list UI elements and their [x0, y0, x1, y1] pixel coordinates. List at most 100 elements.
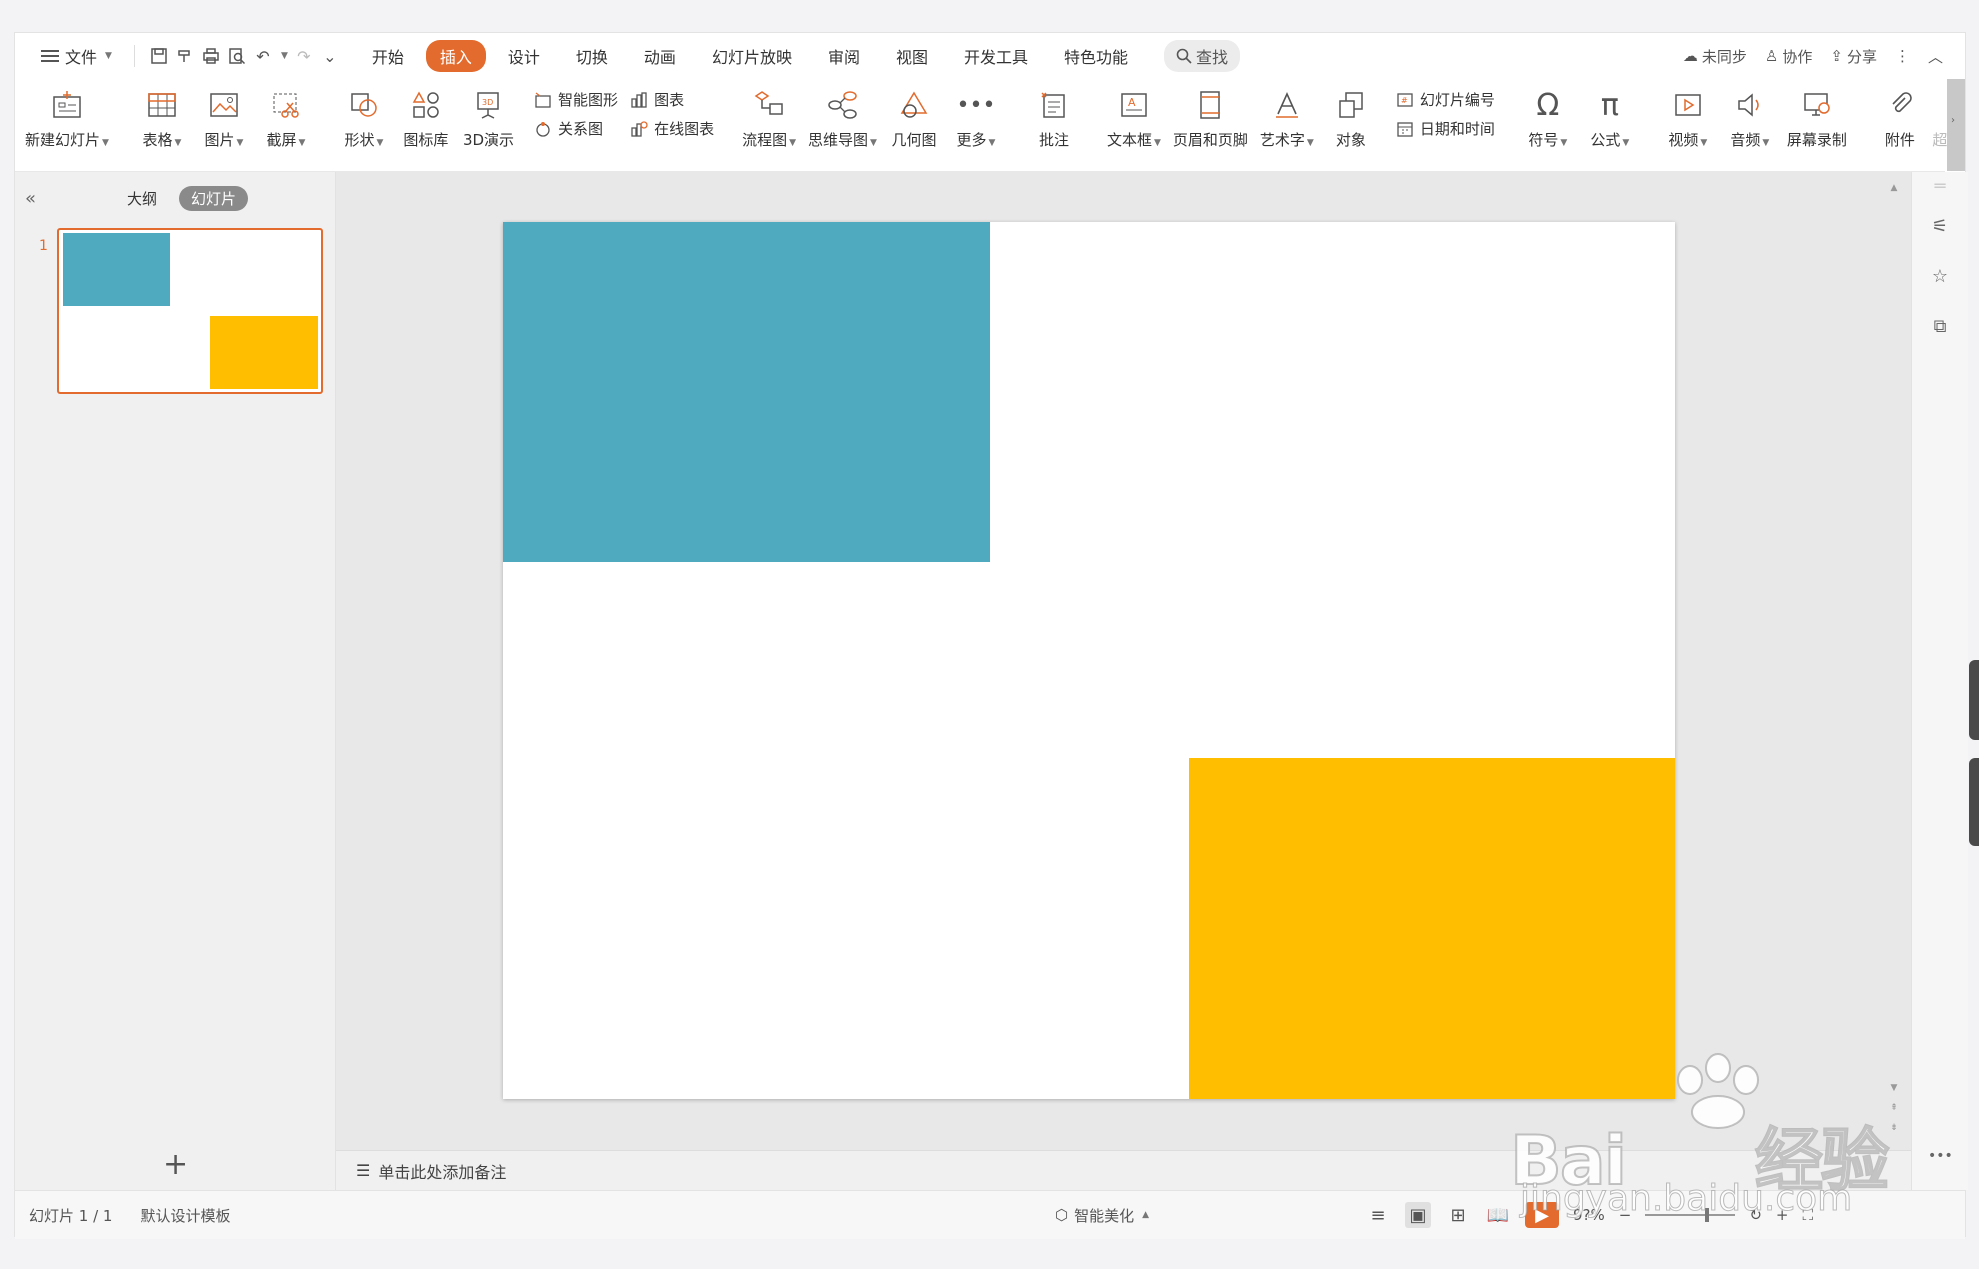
design-template[interactable]: 默认设计模板 — [140, 1205, 230, 1226]
smart-beautify-button[interactable]: ⬡ 智能美化 ▲ — [1055, 1205, 1149, 1226]
audio-button[interactable]: 音频 ▼ — [1719, 79, 1781, 150]
yellow-rectangle-shape[interactable] — [1189, 758, 1675, 1099]
zoom-out-icon[interactable]: − — [1619, 1206, 1632, 1224]
screen-record-button[interactable]: 屏幕录制 — [1781, 79, 1853, 150]
blue-rectangle-shape[interactable] — [503, 222, 990, 562]
scroll-down-icon[interactable]: ▼ — [1889, 1083, 1899, 1093]
new-slide-icon — [49, 87, 85, 123]
tab-outline[interactable]: 大纲 — [115, 186, 169, 211]
thumbnail-blue-rect — [63, 233, 170, 306]
undo-icon[interactable]: ↶ — [253, 46, 273, 66]
tab-insert[interactable]: 插入 — [425, 40, 486, 72]
video-label: 视频 — [1668, 131, 1699, 149]
layout-icon[interactable]: ⧉ — [1928, 316, 1952, 340]
scroll-up-icon[interactable]: ▲ — [1889, 183, 1899, 193]
textbox-button[interactable]: A 文本框 ▼ — [1101, 79, 1167, 150]
collaborate-button[interactable]: ♙ 协作 — [1765, 46, 1812, 67]
table-label: 表格 — [142, 131, 173, 149]
geometry-button[interactable]: 几何图 — [883, 79, 945, 150]
play-slideshow-icon[interactable]: ▶ — [1525, 1202, 1559, 1228]
picture-button[interactable]: 图片 ▼ — [193, 79, 255, 150]
header-footer-button[interactable]: 页眉和页脚 — [1167, 79, 1254, 150]
print-icon[interactable] — [201, 46, 221, 66]
share-button[interactable]: ⇪ 分享 — [1830, 46, 1877, 67]
customize-toolbar-icon[interactable]: ⌄ — [320, 46, 340, 66]
tab-slideshow[interactable]: 幻灯片放映 — [698, 40, 806, 72]
sync-status[interactable]: ☁ 未同步 — [1683, 46, 1747, 67]
icon-library-button[interactable]: 图标库 — [395, 79, 457, 150]
slide-sorter-icon[interactable]: ⊞ — [1445, 1202, 1471, 1228]
more-options-icon[interactable]: ••• — [1928, 1148, 1953, 1172]
formula-button[interactable]: π 公式 ▼ — [1579, 79, 1641, 150]
flowchart-button[interactable]: 流程图 ▼ — [736, 79, 802, 150]
tab-review[interactable]: 审阅 — [814, 40, 874, 72]
prev-slide-icon[interactable]: ⇞ — [1889, 1103, 1899, 1113]
geometry-icon — [896, 87, 932, 123]
next-slide-icon[interactable]: ⇟ — [1889, 1123, 1899, 1133]
3d-demo-button[interactable]: 3D 3D演示 — [457, 79, 520, 150]
tab-developer[interactable]: 开发工具 — [950, 40, 1042, 72]
collapse-ribbon-icon[interactable]: ︿ — [1928, 46, 1943, 67]
wordart-button[interactable]: 艺术字 ▼ — [1254, 79, 1320, 150]
vertical-scrollbar[interactable]: ▲ ▼ ⇞ ⇟ — [1887, 183, 1901, 1143]
undo-dropdown-icon[interactable]: ▼ — [281, 51, 288, 61]
print-preview-icon[interactable] — [227, 46, 247, 66]
tab-special-features[interactable]: 特色功能 — [1050, 40, 1142, 72]
normal-view-icon[interactable]: ▣ — [1405, 1202, 1431, 1228]
edge-tab-2[interactable] — [1969, 758, 1979, 846]
properties-icon[interactable]: ⚟ — [1928, 216, 1952, 240]
new-slide-button[interactable]: 新建幻灯片 ▼ — [19, 79, 115, 150]
tab-view[interactable]: 视图 — [882, 40, 942, 72]
screenshot-button[interactable]: 截屏 ▼ — [255, 79, 317, 150]
redo-icon[interactable]: ↷ — [294, 46, 314, 66]
fit-window-icon[interactable]: ⛶ — [1803, 1206, 1814, 1224]
object-button[interactable]: 对象 — [1320, 79, 1382, 150]
video-button[interactable]: 视频 ▼ — [1657, 79, 1719, 150]
attachment-button[interactable]: 附件 — [1869, 79, 1931, 150]
format-painter-icon[interactable] — [175, 46, 195, 66]
add-slide-icon[interactable]: + — [163, 1147, 188, 1182]
slide-count: 幻灯片 1 / 1 — [29, 1206, 113, 1225]
fit-rotate-icon[interactable]: ↻ — [1749, 1206, 1762, 1224]
slide-number-button[interactable]: # 幻灯片编号 — [1396, 89, 1495, 110]
edge-tab-1[interactable] — [1969, 660, 1979, 740]
table-button[interactable]: 表格 ▼ — [131, 79, 193, 150]
zoom-level[interactable]: 9?% — [1573, 1206, 1605, 1224]
slide-thumbnail[interactable] — [57, 228, 323, 394]
video-icon — [1670, 87, 1706, 123]
file-menu[interactable]: 文件 ▼ — [33, 40, 120, 72]
tab-slides[interactable]: 幻灯片 — [179, 186, 249, 211]
mindmap-icon — [824, 87, 860, 123]
notes-view-icon[interactable]: ≡ — [1365, 1202, 1391, 1228]
shape-button[interactable]: 形状 ▼ — [333, 79, 395, 150]
slide-number-icon: # — [1397, 92, 1413, 107]
online-chart-button[interactable]: 在线图表 — [630, 118, 714, 139]
tab-design[interactable]: 设计 — [494, 40, 554, 72]
ribbon-scroll-right[interactable]: › — [1947, 79, 1965, 171]
search-button[interactable]: 查找 — [1164, 40, 1241, 72]
star-icon[interactable]: ☆ — [1928, 266, 1952, 290]
tab-transitions[interactable]: 切换 — [562, 40, 622, 72]
notes-bar[interactable]: ☰ 单击此处添加备注 — [336, 1150, 1911, 1190]
tab-animations[interactable]: 动画 — [630, 40, 690, 72]
slide-canvas[interactable] — [503, 222, 1675, 1099]
comment-button[interactable]: 批注 — [1023, 79, 1085, 150]
chart-button[interactable]: 图表 — [630, 89, 714, 110]
save-icon[interactable] — [149, 46, 169, 66]
mindmap-button[interactable]: 思维导图 ▼ — [802, 79, 883, 150]
relation-diagram-button[interactable]: 关系图 — [534, 118, 618, 139]
shape-label: 形状 — [344, 131, 375, 149]
symbol-button[interactable]: Ω 符号 ▼ — [1517, 79, 1579, 150]
reading-view-icon[interactable]: 📖 — [1485, 1202, 1511, 1228]
date-time-button[interactable]: 日期和时间 — [1396, 118, 1495, 139]
zoom-slider[interactable] — [1645, 1208, 1736, 1222]
zoom-slider-knob[interactable] — [1705, 1208, 1710, 1222]
mindmap-label: 思维导图 — [808, 131, 869, 149]
symbol-label: 符号 — [1528, 131, 1559, 149]
smart-shape-button[interactable]: 智能图形 — [534, 89, 618, 110]
collapse-panel-icon[interactable]: « — [25, 188, 36, 209]
more-button[interactable]: ••• 更多 ▼ — [945, 79, 1007, 150]
more-menu-icon[interactable]: ⋮ — [1895, 47, 1910, 65]
tab-home[interactable]: 开始 — [358, 40, 418, 72]
zoom-in-icon[interactable]: + — [1776, 1206, 1789, 1224]
